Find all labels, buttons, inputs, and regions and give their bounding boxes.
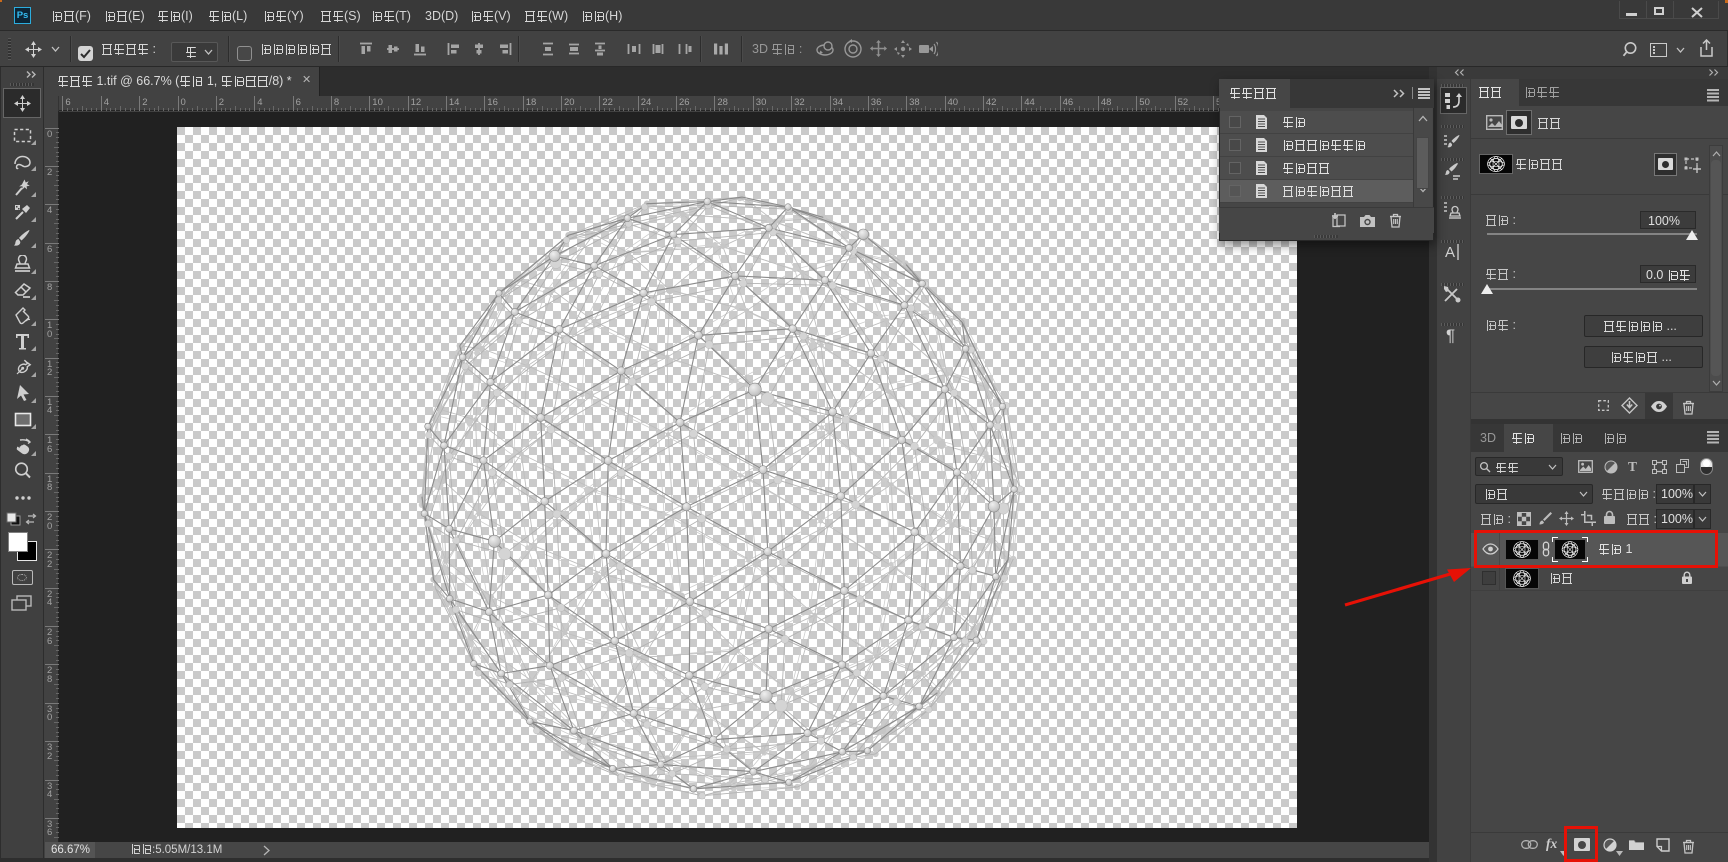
svg-text:A: A [1445, 244, 1455, 261]
svg-text:¶: ¶ [1446, 326, 1455, 344]
